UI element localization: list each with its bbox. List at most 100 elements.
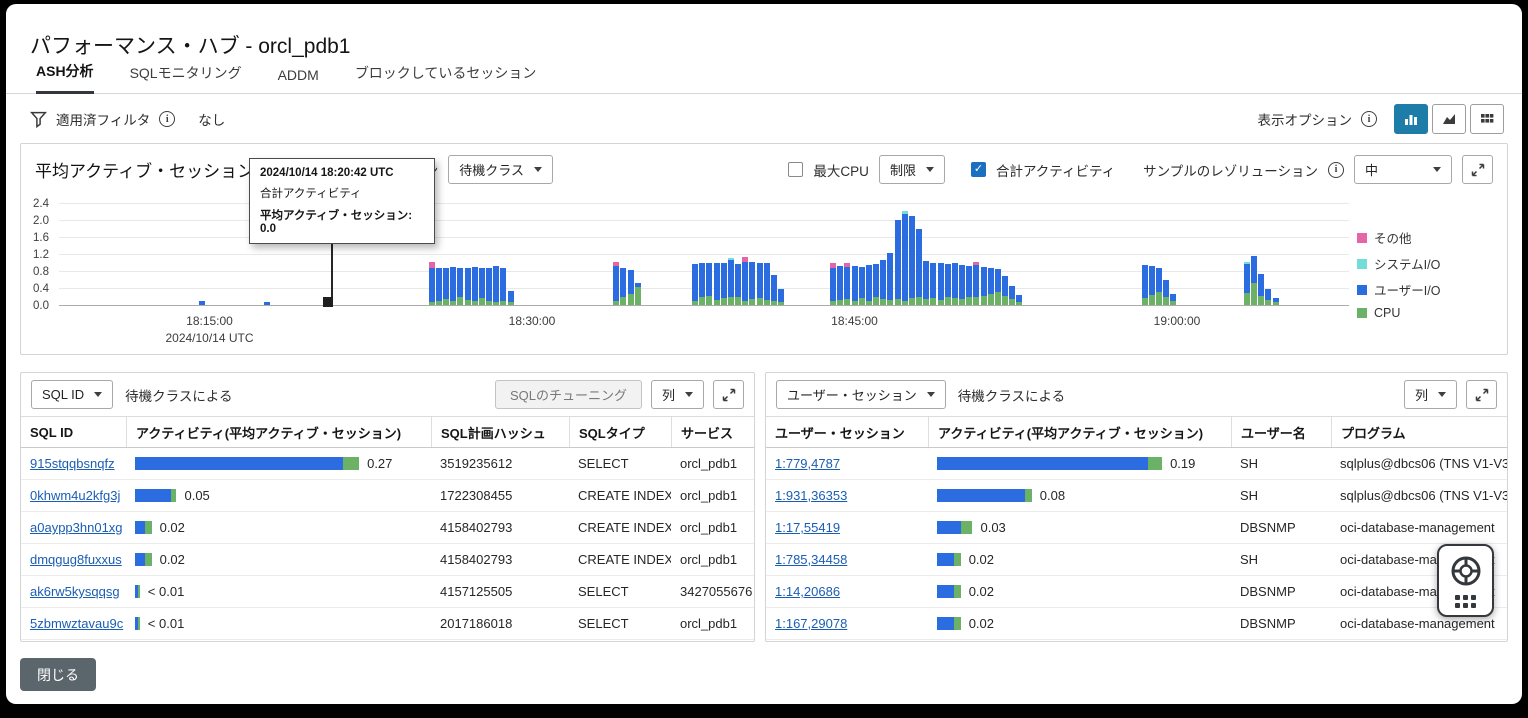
user-name-cell: SH	[1231, 448, 1331, 479]
chart-bar-segment-user_io	[742, 262, 748, 301]
max-cpu-checkbox[interactable]	[788, 162, 803, 177]
expand-sessions-panel-button[interactable]	[1466, 380, 1497, 409]
total-activity-checkbox[interactable]: ✓	[971, 162, 986, 177]
chart-bar-segment-user_io	[866, 265, 872, 301]
activity-cell: 0.05	[126, 480, 431, 511]
sql-id-link[interactable]: a0aypp3hn01xg	[30, 520, 123, 535]
sql-panel: SQL ID 待機クラスによる SQLのチューニング 列 SQL ID アクティ…	[20, 372, 755, 642]
activity-value: 0.08	[1040, 488, 1065, 503]
line-chart-icon	[1441, 111, 1457, 127]
sql-id-link[interactable]: ak6rw5kysqqsg	[30, 584, 120, 599]
view-options-group: 表示オプション i	[1258, 104, 1505, 134]
tab-ASH分析[interactable]: ASH分析	[36, 61, 94, 94]
legend-label: ユーザーI/O	[1374, 280, 1440, 299]
chart-bar-segment-user_io	[778, 289, 784, 302]
user-session-link[interactable]: 1:779,4787	[775, 456, 840, 471]
chart-bar-segment-cpu	[1170, 301, 1176, 305]
grid-view-button[interactable]	[1470, 104, 1504, 134]
chart-bar-segment-user_io	[916, 229, 922, 297]
chart-bar-segment-cpu	[479, 298, 485, 305]
tooltip-time: 2024/10/14 18:20:42 UTC	[260, 167, 424, 179]
column-header-user-name: ユーザー名	[1231, 417, 1331, 447]
limit-dropdown[interactable]: 制限	[879, 155, 945, 184]
info-icon[interactable]: i	[159, 111, 175, 127]
resolution-dropdown[interactable]: 中	[1354, 155, 1452, 184]
chart-bar-segment-user_io	[436, 268, 442, 301]
chart-bar-segment-cpu	[1244, 293, 1250, 305]
chart-bar-segment-cpu	[778, 302, 784, 305]
sql-type-cell: SELECT	[569, 448, 671, 479]
expand-sql-panel-button[interactable]	[713, 380, 744, 409]
user-session-link[interactable]: 1:17,55419	[775, 520, 840, 535]
legend-swatch	[1357, 308, 1367, 318]
chart-bar-segment-cpu	[706, 296, 712, 305]
chart-bar	[472, 267, 478, 305]
chart-bar	[508, 291, 514, 305]
activity-value: < 0.01	[148, 584, 185, 599]
user-session-link[interactable]: 1:167,29078	[775, 616, 847, 631]
chart-bar	[837, 266, 843, 305]
sql-id-link[interactable]: 915stqqbsnqfz	[30, 456, 115, 471]
tab-ADDM[interactable]: ADDM	[278, 67, 319, 93]
sql-id-link[interactable]: dmqgug8fuxxus	[30, 552, 122, 567]
sessions-panel-actions: 列	[1404, 380, 1497, 409]
sql-table-header: SQL ID アクティビティ(平均アクティブ・セッション) SQL計画ハッシュ …	[21, 417, 754, 448]
wait-class-dropdown[interactable]: 待機クラス	[448, 155, 553, 184]
x-axis-tick-label: 18:30:00	[462, 314, 602, 328]
activity-value: 0.02	[160, 520, 185, 535]
chart-bar-segment-user_io	[472, 267, 478, 301]
chart-bar-segment-cpu	[764, 300, 770, 305]
legend-label: CPU	[1374, 306, 1400, 320]
info-icon[interactable]: i	[1328, 162, 1344, 178]
chart-bar	[880, 260, 886, 305]
chart-bar-segment-user_io	[728, 260, 734, 297]
session-columns-dropdown[interactable]: 列	[1404, 380, 1457, 409]
chart-bar-segment-cpu	[429, 302, 435, 305]
applied-filter-label: 適用済フィルタ	[56, 109, 150, 129]
chart-bar-segment-user_io	[873, 264, 879, 297]
user-session-link[interactable]: 1:785,34458	[775, 552, 847, 567]
sql-id-link[interactable]: 5zbmwztavau9c	[30, 616, 123, 631]
line-chart-view-button[interactable]	[1432, 104, 1466, 134]
chart-bar-segment-user_io	[457, 268, 463, 298]
expand-chart-button[interactable]	[1462, 155, 1493, 184]
session-table-row: 1:17,554190.03DBSNMPoci-database-managem…	[766, 512, 1507, 544]
sql-id-link[interactable]: 0khwm4u2kfg3j	[30, 488, 120, 503]
user-session-link[interactable]: 1:931,36353	[775, 488, 847, 503]
bar-chart-view-button[interactable]	[1394, 104, 1428, 134]
chart-bar-segment-cpu	[472, 301, 478, 305]
sql-tuning-button[interactable]: SQLのチューニング	[495, 380, 642, 409]
assistant-widget[interactable]	[1437, 544, 1494, 617]
chevron-down-icon	[1438, 392, 1446, 397]
tab-SQLモニタリング[interactable]: SQLモニタリング	[130, 63, 242, 93]
chart-bar-segment-user_io	[837, 266, 843, 300]
chart-bar-segment-cpu	[721, 298, 727, 305]
chart-bar-segment-cpu	[486, 301, 492, 305]
sql-type-cell: CREATE INDEX	[569, 480, 671, 511]
chart-bar-segment-user_io	[995, 269, 1001, 292]
info-icon[interactable]: i	[1361, 111, 1377, 127]
sql-table-row: ak6rw5kysqqsg< 0.014157125505SELECT34270…	[21, 576, 754, 608]
sql-columns-dropdown[interactable]: 列	[651, 380, 704, 409]
user-session-link[interactable]: 1:14,20686	[775, 584, 840, 599]
tab-ブロックしているセッション[interactable]: ブロックしているセッション	[355, 63, 537, 93]
y-axis-tick-label: 0.4	[33, 283, 49, 295]
close-button[interactable]: 閉じる	[20, 658, 96, 691]
sql-dimension-dropdown[interactable]: SQL ID	[31, 380, 113, 409]
session-dimension-dropdown[interactable]: ユーザー・セッション	[776, 380, 946, 409]
sql-table-row: 5zbmwztavau9c< 0.012017186018SELECTorcl_…	[21, 608, 754, 640]
chart-bar-segment-user_io	[1156, 268, 1162, 293]
chart-bar-segment-cpu	[859, 298, 865, 305]
chart-bar-segment-cpu	[1258, 296, 1264, 305]
chart-bar-segment-user_io	[264, 302, 270, 305]
column-header-activity: アクティビティ(平均アクティブ・セッション)	[126, 417, 431, 447]
sql-type-cell: SELECT	[569, 576, 671, 607]
user-session-cell: 1:785,34458	[766, 544, 928, 575]
activity-bar-user_io	[135, 457, 343, 470]
user-session-cell: 1:14,20686	[766, 576, 928, 607]
program-cell: sqlplus@dbcs06 (TNS V1-V3)	[1331, 448, 1507, 479]
time-slider-handle[interactable]	[323, 297, 333, 307]
chart-bar-segment-user_io	[508, 291, 514, 302]
chart-bar-segment-user_io	[450, 267, 456, 301]
chart-bar-segment-user_io	[973, 265, 979, 297]
